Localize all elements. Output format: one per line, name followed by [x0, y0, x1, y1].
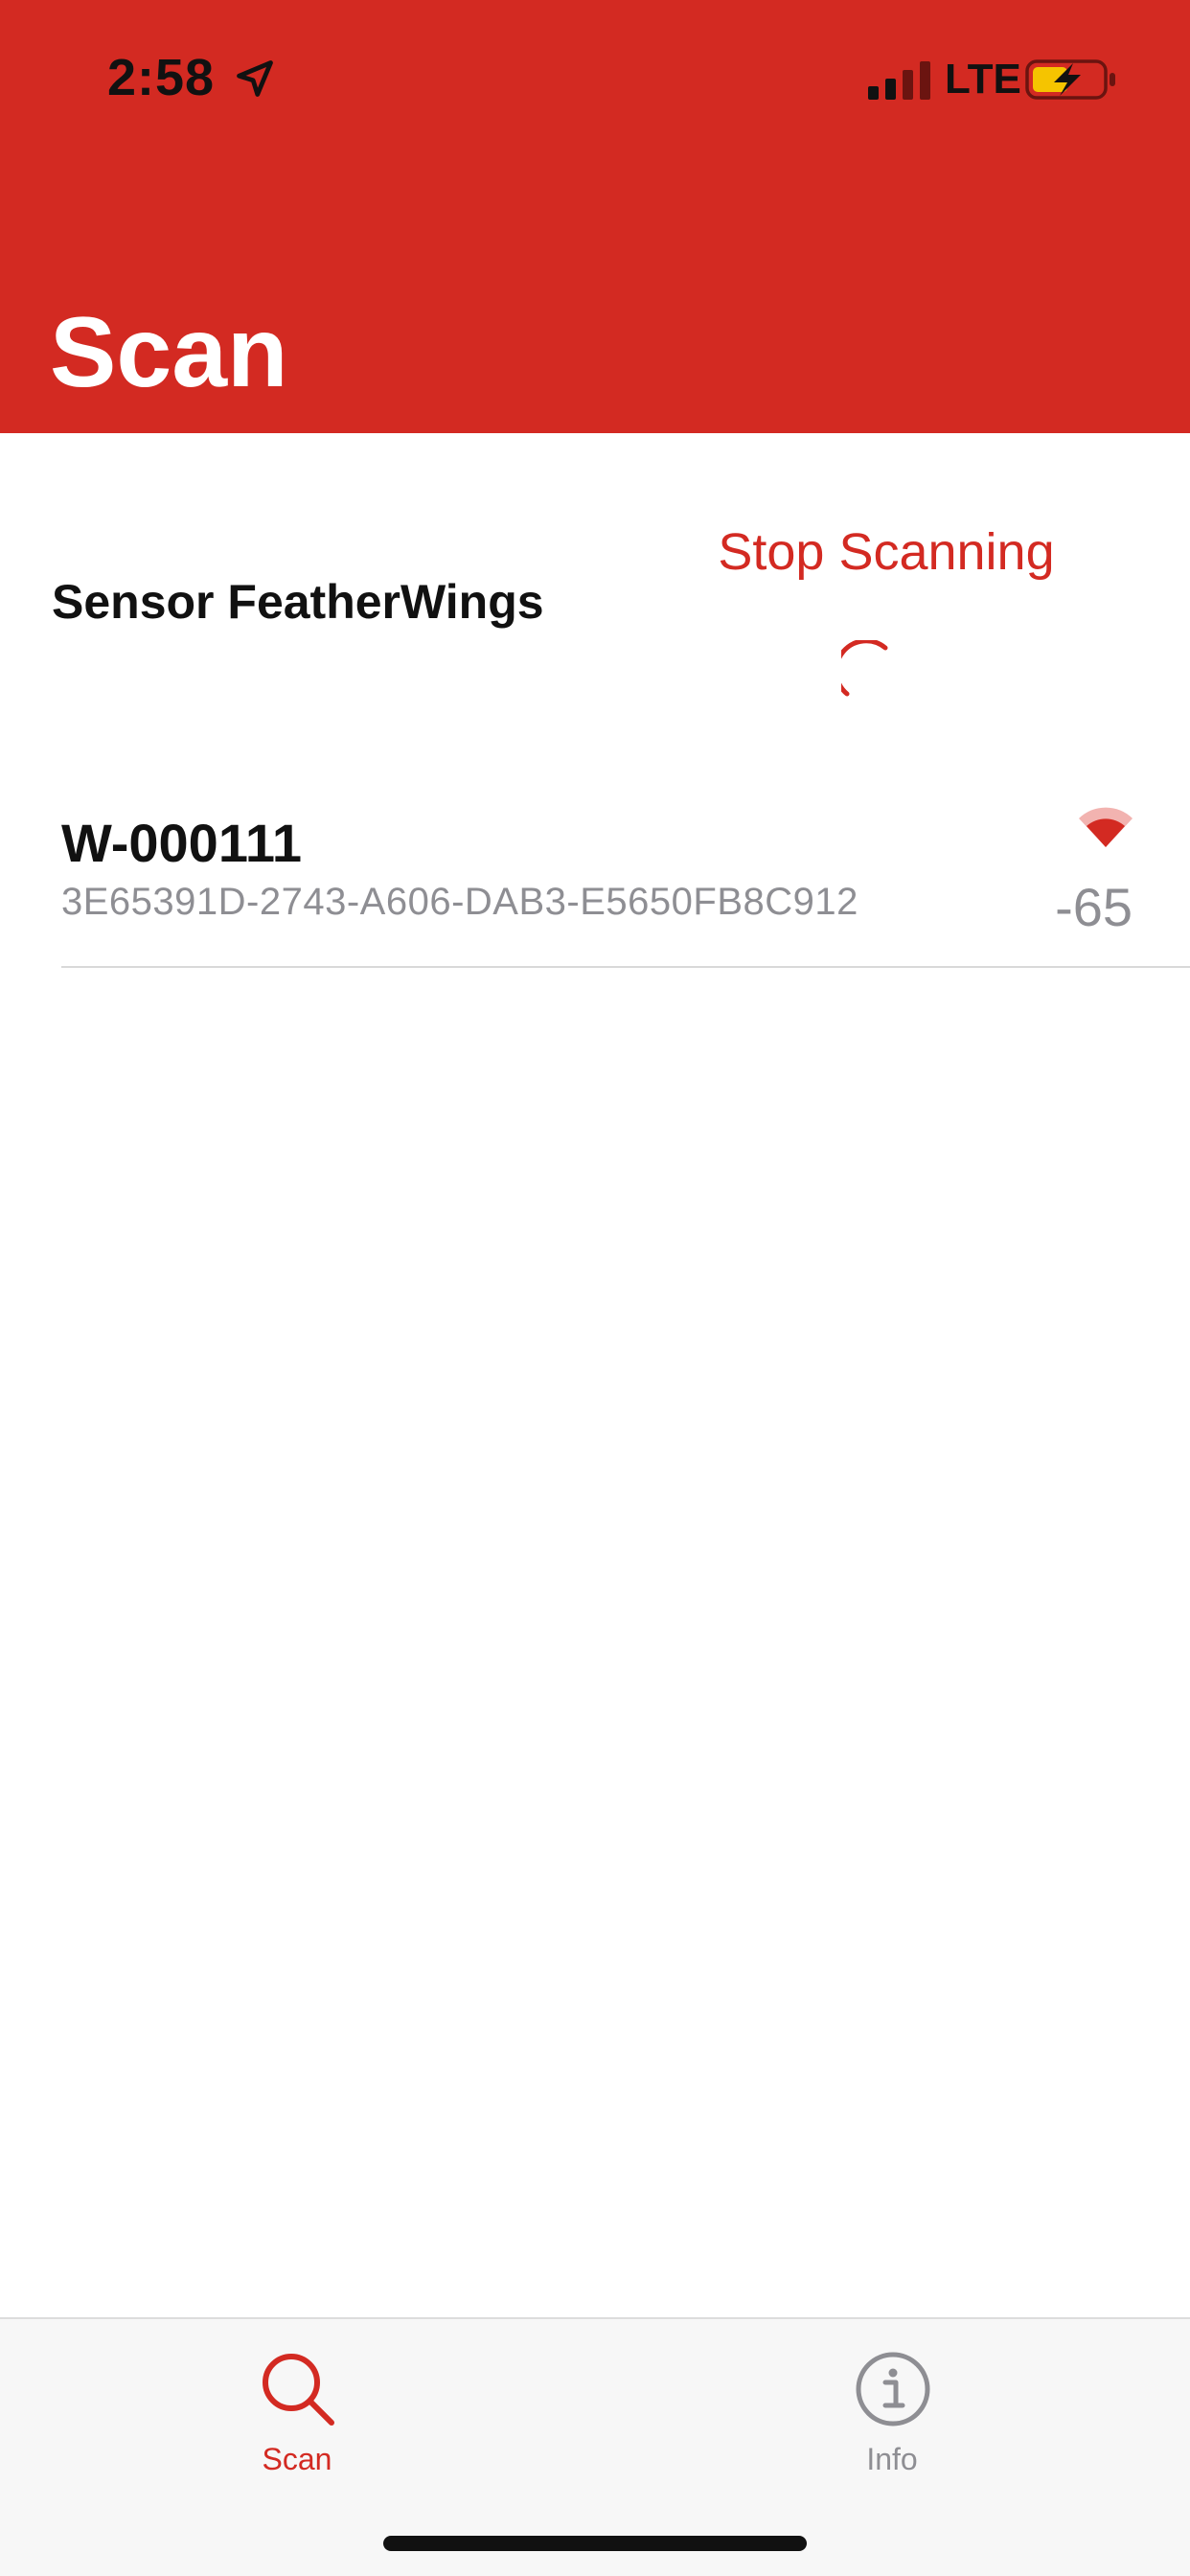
location-arrow-icon: [237, 60, 273, 97]
device-uuid: 3E65391D-2743-A606-DAB3-E5650FB8C912: [61, 881, 858, 923]
search-icon: [263, 2354, 334, 2426]
tab-info-label: Info: [866, 2442, 918, 2476]
device-name: W-000111: [61, 813, 303, 873]
scan-screen: 2:58 LTE Scan Sensor FeatherWings Stop S…: [0, 0, 1190, 2576]
tab-info[interactable]: Info: [748, 2336, 1036, 2490]
stop-scanning-button[interactable]: Stop Scanning: [709, 518, 1064, 586]
page-title: Scan: [50, 297, 288, 408]
tab-scan[interactable]: Scan: [153, 2336, 441, 2490]
navigation-header: 2:58 LTE Scan: [0, 0, 1190, 433]
section-title: Sensor FeatherWings: [52, 575, 544, 629]
row-divider: [61, 966, 1190, 968]
cellular-signal-icon: [868, 61, 930, 100]
home-indicator: [383, 2536, 807, 2551]
device-list-item[interactable]: W-000111 3E65391D-2743-A606-DAB3-E5650FB…: [0, 786, 1190, 968]
signal-strength-icon: [1079, 807, 1133, 847]
status-time: 2:58: [107, 49, 216, 106]
battery-charging-icon: [1025, 59, 1115, 100]
rssi-value: -65: [1055, 877, 1133, 937]
tab-bar: Scan Info: [0, 2317, 1190, 2576]
activity-spinner-icon: [841, 640, 888, 697]
network-type: LTE: [945, 56, 1021, 103]
info-icon: [856, 2352, 930, 2426]
tab-scan-label: Scan: [262, 2442, 332, 2476]
